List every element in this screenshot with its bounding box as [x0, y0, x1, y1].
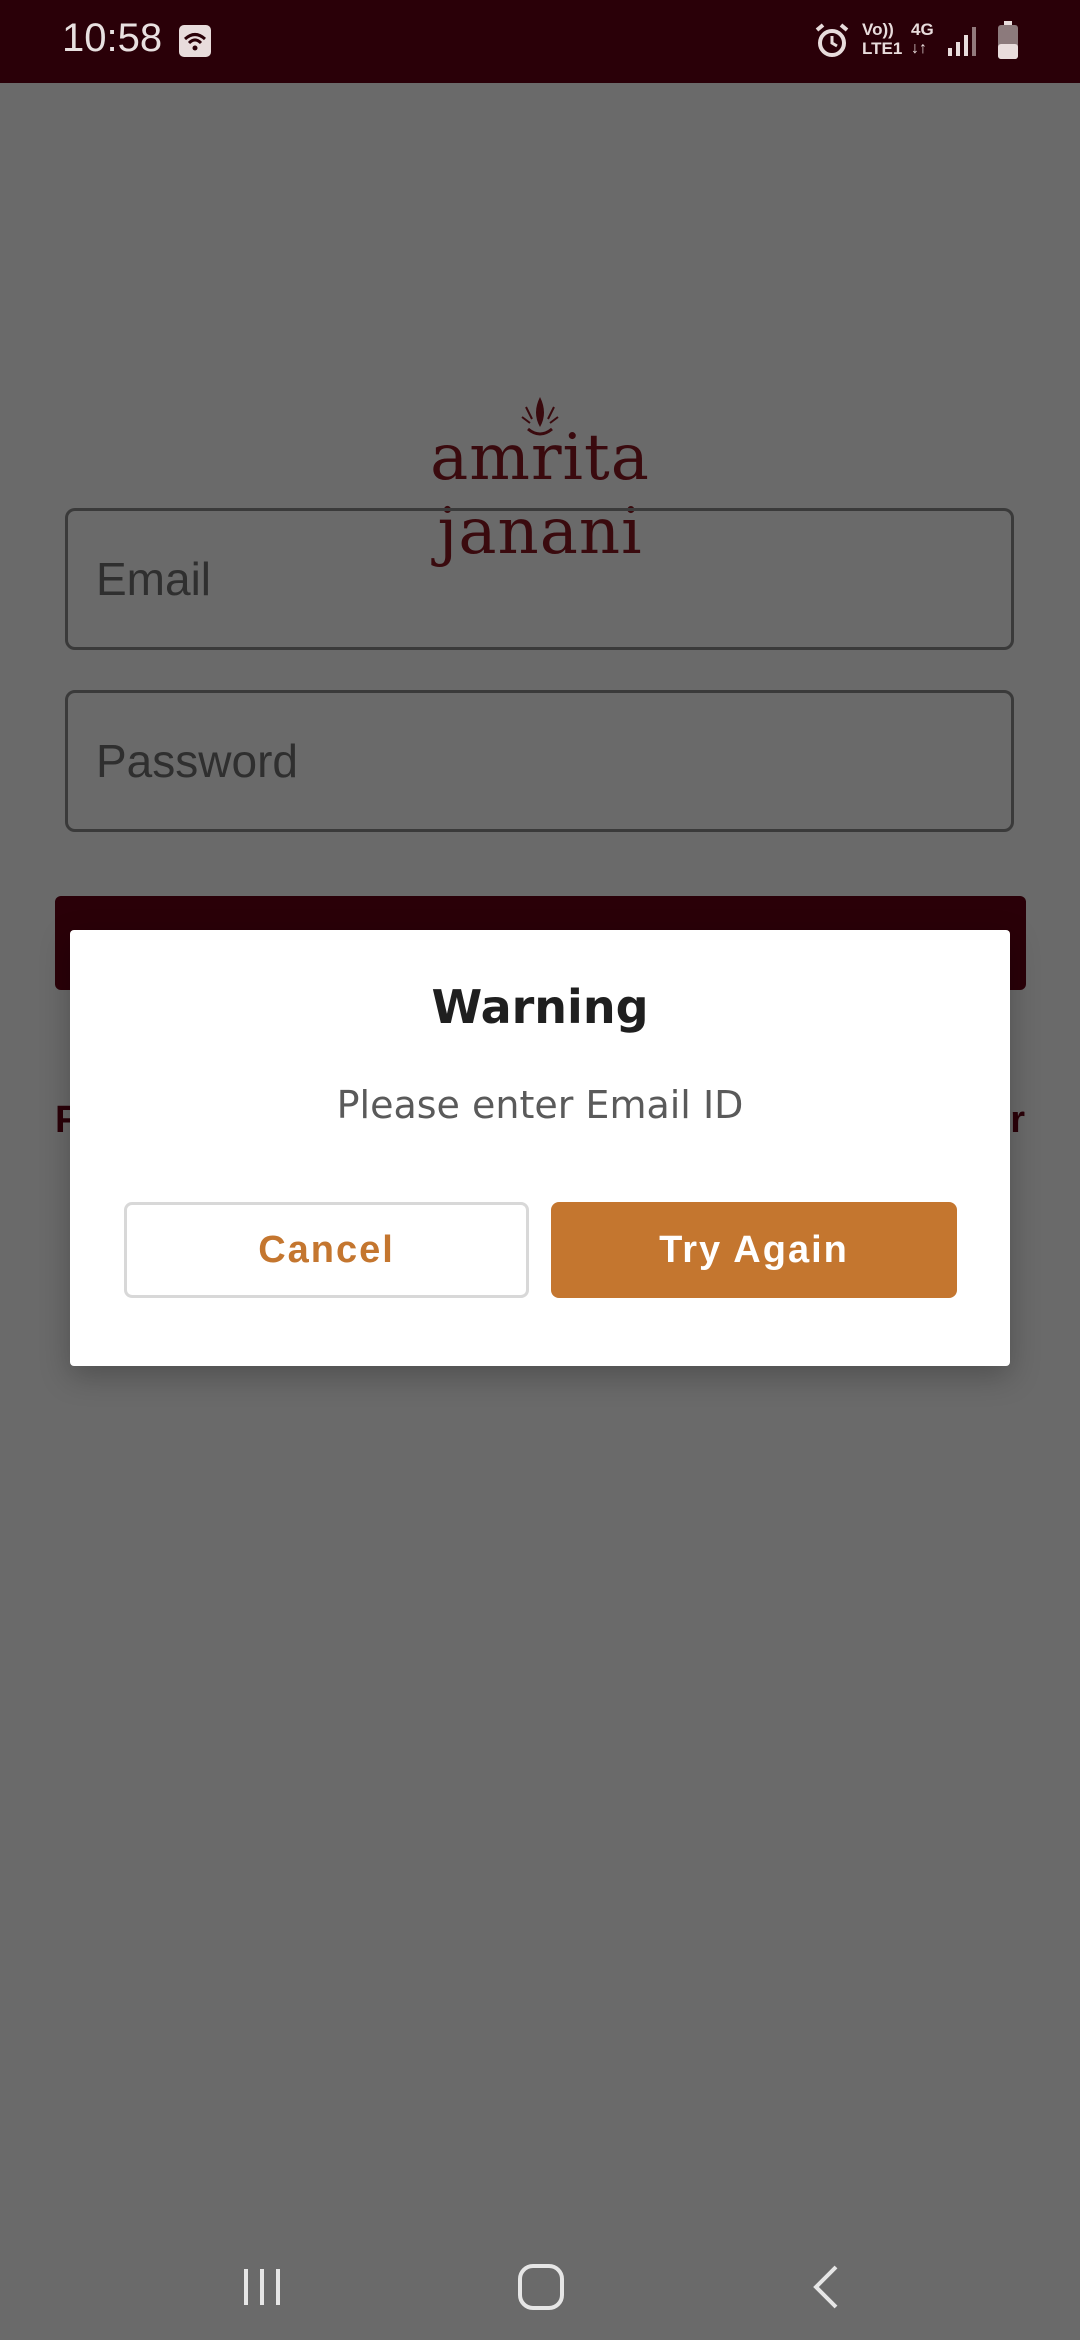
app-logo: amrita janani — [320, 393, 760, 569]
signal-icon — [948, 27, 976, 56]
recent-apps-icon[interactable] — [238, 2261, 288, 2311]
warning-dialog: Warning Please enter Email ID Cancel Try… — [70, 930, 1010, 1366]
email-field[interactable] — [65, 508, 1014, 650]
lte1-label: LTE1 — [862, 39, 903, 58]
password-input[interactable] — [68, 693, 1011, 829]
alarm-icon — [815, 23, 849, 57]
back-icon[interactable] — [802, 2261, 852, 2313]
4g-label: 4G — [911, 20, 934, 39]
register-link[interactable]: r — [1010, 1099, 1025, 1142]
navigation-bar — [0, 2243, 1080, 2340]
try-again-button[interactable]: Try Again — [551, 1202, 957, 1298]
cancel-button[interactable]: Cancel — [124, 1202, 529, 1298]
status-time: 10:58 — [62, 16, 163, 60]
volte-lte1-icon: Vo)) LTE1 — [862, 20, 902, 58]
wifi-icon — [179, 25, 211, 57]
email-input[interactable] — [68, 511, 1011, 647]
volte-label: Vo)) — [862, 20, 894, 39]
battery-icon — [998, 21, 1018, 59]
4g-data-icon: 4G ↓↑ — [911, 20, 934, 57]
password-field[interactable] — [65, 690, 1014, 832]
dialog-message: Please enter Email ID — [336, 1083, 744, 1127]
status-bar: 10:58 Vo)) LTE1 4G ↓↑ — [0, 0, 1080, 83]
home-icon[interactable] — [515, 2261, 567, 2313]
dialog-title: Warning — [431, 980, 649, 1034]
